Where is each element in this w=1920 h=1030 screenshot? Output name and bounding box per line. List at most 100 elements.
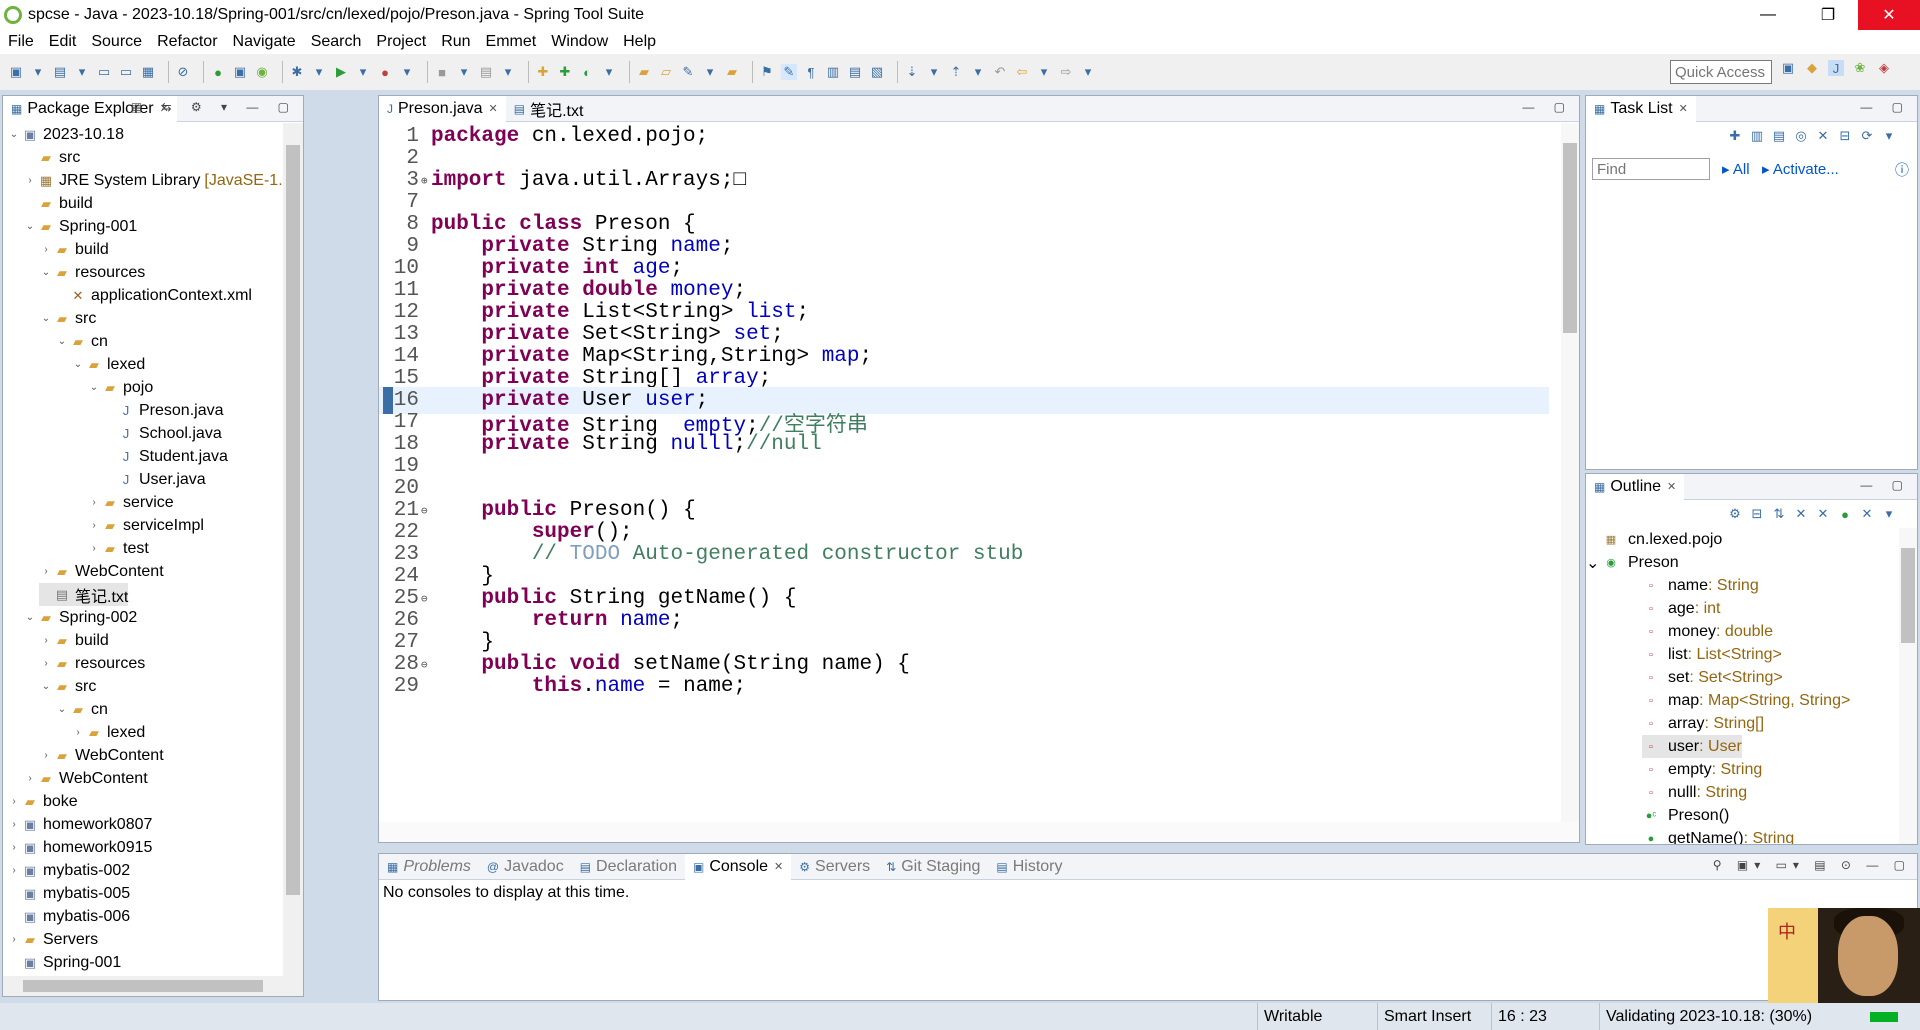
ime-avatar-overlay[interactable]: 中 (1768, 908, 1920, 1003)
collapse-all-icon[interactable]: ⊟ (1749, 506, 1765, 522)
debug-icon[interactable]: ✱ (289, 64, 305, 80)
menu-navigate[interactable]: Navigate (233, 33, 296, 51)
editor-horizontal-scrollbar[interactable] (379, 822, 1579, 842)
tree-item[interactable]: › ▰ WebContent (39, 560, 163, 583)
tree-item[interactable]: ›▦ JRE System Library[JavaSE-1.7] (23, 169, 283, 192)
menu-edit[interactable]: Edit (49, 33, 77, 51)
editor-vertical-scrollbar[interactable] (1561, 123, 1579, 822)
tree-item[interactable]: ⌄ ▰ Spring-001 (23, 215, 137, 238)
outline-item[interactable]: ●ᶜ Preson() (1642, 804, 1730, 827)
outline-item[interactable]: ▫ nulll : String (1642, 781, 1747, 804)
chevron-right-icon[interactable]: › (7, 934, 21, 945)
git-perspective-icon[interactable]: ◈ (1876, 60, 1892, 76)
dropdown-icon[interactable]: ▾ (926, 64, 942, 80)
hide-fields-icon[interactable]: ✕ (1793, 506, 1809, 522)
sync-icon[interactable]: ⟳ (1859, 128, 1875, 144)
chevron-right-icon[interactable]: › (7, 796, 21, 807)
chevron-right-icon[interactable]: › (39, 658, 53, 669)
tree-item[interactable]: ⌄ ▰ cn (55, 698, 108, 721)
last-edit-icon[interactable]: ↶ (992, 64, 1008, 80)
chevron-down-icon[interactable]: ⌄ (87, 382, 101, 393)
new-server-icon[interactable]: ▤ (52, 64, 68, 80)
show-source-icon[interactable]: ▧ (869, 64, 885, 80)
dropdown-icon[interactable]: ▾ (456, 64, 472, 80)
tree-item[interactable]: › ▰ resources (39, 652, 145, 675)
toggle-mark-icon[interactable]: ▣ (232, 64, 248, 80)
menu-emmet[interactable]: Emmet (486, 33, 537, 51)
menu-search[interactable]: Search (311, 33, 362, 51)
chevron-down-icon[interactable]: ⌄ (71, 359, 85, 370)
new-spring-icon[interactable]: ◐ (579, 64, 595, 80)
tree-item[interactable]: ▰ build (23, 192, 93, 215)
fold-marker-icon[interactable]: ⊖ (421, 658, 429, 672)
tab-console[interactable]: ▣ Console ✕ (684, 853, 792, 880)
tree-item[interactable]: › ▰ test (87, 537, 148, 560)
outline-item[interactable]: ● getName() : String (1642, 827, 1795, 845)
chevron-down-icon[interactable]: ⌄ (7, 129, 21, 140)
tree-item[interactable]: ⌄ ▰ Spring-002 (23, 606, 137, 629)
chevron-right-icon[interactable]: › (23, 175, 37, 186)
tree-item[interactable]: › ▰ build (39, 238, 108, 261)
tree-item[interactable]: ⌄ ▰ pojo (87, 376, 153, 399)
chevron-down-icon[interactable]: ⌄ (1586, 553, 1602, 573)
code-editor[interactable]: 1 package cn.lexed.pojo; 2 3 ⊕ import java.ut… (379, 123, 1579, 842)
menu-run[interactable]: Run (441, 33, 470, 51)
categorized-icon[interactable]: ▥ (1749, 128, 1765, 144)
forward-icon[interactable]: ⇨ (1058, 64, 1074, 80)
tree-item[interactable]: J Preson.java (103, 399, 224, 422)
close-icon[interactable]: ✕ (1679, 102, 1688, 115)
tree-item[interactable]: J Student.java (103, 445, 228, 468)
dropdown-icon[interactable]: ▾ (30, 64, 46, 80)
hide-completed-icon[interactable]: ✕ (1815, 128, 1831, 144)
outline-item[interactable]: ⌄ ◉ Preson (1586, 551, 1679, 574)
dropdown-icon[interactable]: ▾ (74, 64, 90, 80)
tree-item[interactable]: › ▰ service (87, 491, 173, 514)
spring-boot-dashboard-icon[interactable]: ◉ (254, 64, 270, 80)
package-explorer-horizontal-scrollbar[interactable] (3, 976, 303, 996)
outline-item[interactable]: ▫ money : double (1642, 620, 1773, 643)
outline-item[interactable]: ▫ name : String (1642, 574, 1759, 597)
chevron-right-icon[interactable]: › (39, 635, 53, 646)
chevron-down-icon[interactable]: ⌄ (23, 221, 37, 232)
external-tools-icon[interactable]: ● (377, 64, 393, 80)
chevron-right-icon[interactable]: › (71, 727, 85, 738)
toggle-ant-icon[interactable]: ⚑ (759, 64, 775, 80)
tree-item[interactable]: J User.java (103, 468, 206, 491)
ime-indicator[interactable]: 中 (1778, 918, 1796, 944)
save-icon[interactable]: ▭ (96, 64, 112, 80)
menu-project[interactable]: Project (376, 33, 426, 51)
outline-item[interactable]: ▫ map : Map<String, String> (1642, 689, 1850, 712)
tree-item[interactable]: ▤ 笔记.txt (39, 583, 129, 606)
menu-refactor[interactable]: Refactor (157, 33, 217, 51)
menu-window[interactable]: Window (551, 33, 608, 51)
sort-icon[interactable]: ⇅ (1771, 506, 1787, 522)
hide-local-types-icon[interactable]: ✕ (1859, 506, 1875, 522)
tab-problems[interactable]: ▦ Problems (379, 854, 479, 880)
tree-item[interactable]: › ▰ lexed (71, 721, 145, 744)
chevron-down-icon[interactable]: ⌄ (55, 704, 69, 715)
block-selection-icon[interactable]: ▥ (825, 64, 841, 80)
outline-item[interactable]: ▫ user : User (1642, 735, 1742, 758)
java-perspective-icon[interactable]: J (1828, 60, 1844, 76)
java-ee-perspective-icon[interactable]: ◆ (1804, 60, 1820, 76)
new-task-icon[interactable]: ✚ (1727, 128, 1743, 144)
open-type-icon[interactable]: ▰ (636, 64, 652, 80)
next-annotation-icon[interactable]: ⇣ (904, 64, 920, 80)
tree-item[interactable]: ▣ mybatis-006 (7, 905, 130, 928)
tree-item[interactable]: › ▰ Servers (7, 928, 98, 951)
tab-servers[interactable]: ⚙ Servers (791, 854, 878, 880)
quick-access-input[interactable] (1670, 60, 1772, 84)
dropdown-icon[interactable]: ▾ (601, 64, 617, 80)
tab-notes-txt[interactable]: ▤ 笔记.txt (506, 96, 592, 122)
tree-item[interactable]: › ▣ mybatis-002 (7, 859, 130, 882)
chevron-right-icon[interactable]: › (39, 244, 53, 255)
previous-annotation-icon[interactable]: ⇡ (948, 64, 964, 80)
all-link[interactable]: All (1733, 161, 1750, 178)
collapse-all-icon[interactable]: ⊟ (1837, 128, 1853, 144)
chevron-right-icon[interactable]: › (87, 543, 101, 554)
chevron-right-icon[interactable]: › (23, 773, 37, 784)
skip-breakpoints-icon[interactable]: ⊘ (175, 64, 191, 80)
chevron-down-icon[interactable]: ⌄ (39, 267, 53, 278)
open-folder-icon[interactable]: ▰ (724, 64, 740, 80)
tree-item[interactable]: › ▰ boke (7, 790, 77, 813)
